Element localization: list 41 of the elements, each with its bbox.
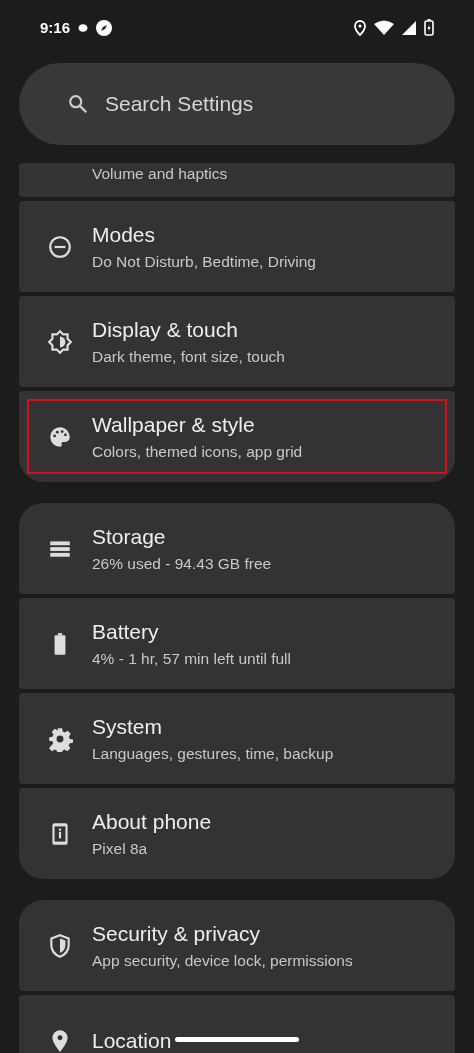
settings-item[interactable]: About phone Pixel 8a <box>19 788 455 879</box>
settings-item[interactable]: Battery 4% - 1 hr, 57 min left until full <box>19 598 455 689</box>
item-subtitle: Colors, themed icons, app grid <box>92 442 303 461</box>
item-title: Modes <box>92 222 157 247</box>
settings-item[interactable]: Security & privacy App security, device lock, permissions <box>19 900 455 991</box>
notification-dot-icon <box>78 22 89 33</box>
search-icon <box>67 93 89 115</box>
item-title: About phone <box>92 809 212 834</box>
item-subtitle: 4% - 1 hr, 57 min left until full <box>92 649 291 668</box>
clock-time: 9:16 <box>40 19 71 36</box>
settings-item[interactable]: Storage 26% used - 94.43 GB free <box>19 503 455 594</box>
item-title: Security & privacy <box>92 921 262 946</box>
item-title: Battery <box>92 619 160 644</box>
item-title: System <box>92 714 163 739</box>
item-subtitle: Dark theme, font size, touch <box>92 347 285 366</box>
settings-item[interactable]: Wallpaper & style Colors, themed icons, app grid <box>19 391 455 482</box>
settings-item[interactable]: Location <box>19 995 455 1053</box>
settings-item[interactable]: System Languages, gestures, time, backup <box>19 693 455 784</box>
home-indicator[interactable] <box>175 1037 299 1042</box>
item-subtitle: Pixel 8a <box>92 839 149 858</box>
item-title: Location <box>92 1028 172 1053</box>
item-title: Display & touch <box>92 317 239 342</box>
settings-item[interactable]: Volume and haptics <box>19 163 455 197</box>
item-subtitle: Do Not Disturb, Bedtime, Driving <box>92 252 316 271</box>
battery-charging-icon <box>424 19 434 36</box>
item-subtitle: 26% used - 94.43 GB free <box>92 554 272 573</box>
settings-icon <box>46 725 73 752</box>
settings-item[interactable]: Display & touch Dark theme, font size, touch <box>19 296 455 387</box>
settings-item[interactable]: Modes Do Not Disturb, Bedtime, Driving <box>19 201 455 292</box>
compass-icon <box>96 19 113 36</box>
wifi-icon <box>374 20 394 35</box>
minus-circle-icon <box>46 233 73 260</box>
brightness-icon <box>46 328 73 355</box>
item-subtitle: Volume and haptics <box>92 165 228 183</box>
item-title: Wallpaper & style <box>92 412 256 437</box>
item-subtitle: App security, device lock, permissions <box>92 951 353 970</box>
item-subtitle: Languages, gestures, time, backup <box>92 744 334 763</box>
signal-icon <box>402 20 416 35</box>
search-field[interactable]: Search Settings <box>103 91 429 117</box>
item-title: Storage <box>92 524 167 549</box>
location-pin-icon <box>354 19 366 36</box>
